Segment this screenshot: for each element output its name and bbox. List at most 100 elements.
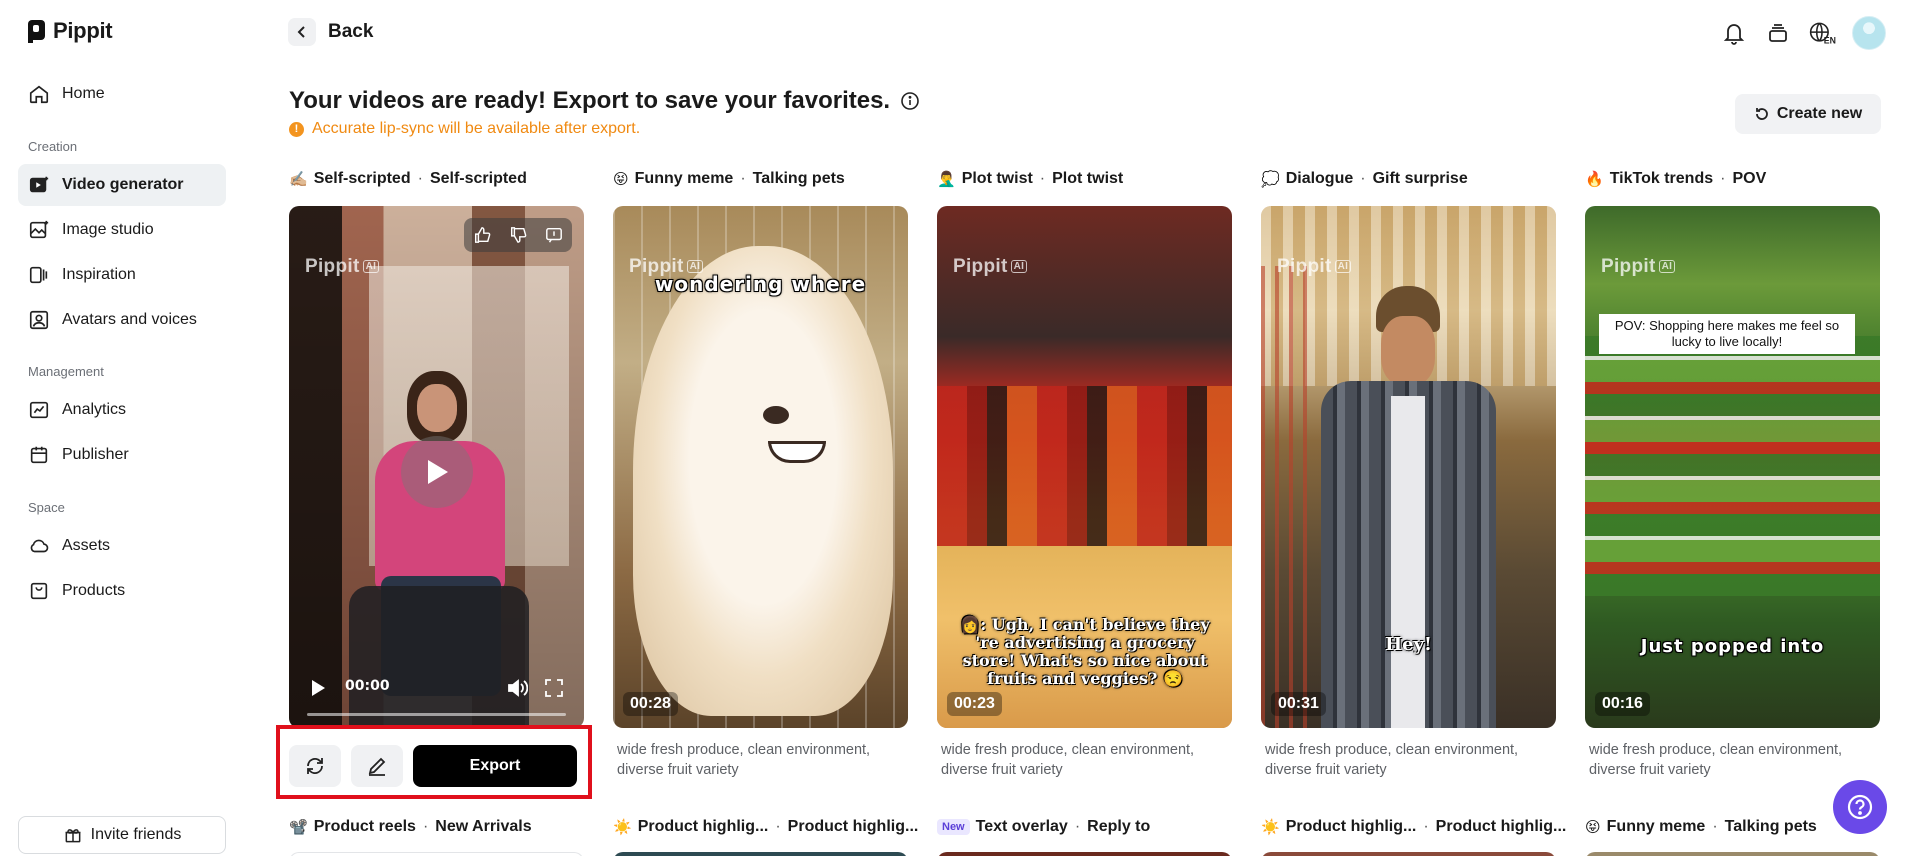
sidebar-item-publisher[interactable]: Publisher xyxy=(18,434,226,476)
top-icons: EN xyxy=(1720,16,1886,50)
card-subcategory: Talking pets xyxy=(752,170,845,187)
card-emoji: 😝 xyxy=(613,171,629,188)
video-card-2: 😝 Funny meme · Talking pets Pippit AI wonde… xyxy=(613,168,908,778)
create-new-button[interactable]: Create new xyxy=(1735,94,1881,134)
cloud-icon xyxy=(30,539,49,553)
card-subcategory: POV xyxy=(1732,170,1767,187)
chevron-left-icon xyxy=(288,18,316,46)
help-button[interactable] xyxy=(1833,780,1887,834)
card-category: Funny meme xyxy=(634,170,734,187)
sidebar-item-inspiration[interactable]: Inspiration xyxy=(18,254,226,296)
card-description: wide fresh produce, clean environment, d… xyxy=(1265,742,1519,778)
sidebar-item-home[interactable]: Home xyxy=(18,73,226,115)
report-icon[interactable] xyxy=(536,218,572,252)
card-category: TikTok trends xyxy=(1609,170,1714,187)
back-label: Back xyxy=(328,21,374,42)
avatar-icon xyxy=(29,310,49,330)
page-title: Your videos are ready! Export to save yo… xyxy=(289,87,920,115)
card-emoji: ✍🏼 xyxy=(289,171,308,188)
video-overlay-text: 👩: Ugh, I can't believe they 're adverti… xyxy=(960,615,1210,688)
sidebar-item-label: Inspiration xyxy=(62,266,136,283)
video-card-row2-1: 📽️ Product reels · New Arrivals xyxy=(289,816,584,856)
inspiration-icon xyxy=(29,266,48,284)
app-name: Pippit xyxy=(53,18,113,43)
gift-icon xyxy=(65,829,81,843)
card-subcategory: Product highlig... xyxy=(1435,818,1567,835)
video-card-row2-4: ☀️ Product highlig... · Product highlig... xyxy=(1261,816,1566,856)
card-description: wide fresh produce, clean environment, d… xyxy=(941,742,1195,778)
card-emoji: ☀️ xyxy=(1261,819,1280,836)
video-generator-icon xyxy=(29,176,49,193)
video-thumbnail[interactable] xyxy=(1585,852,1880,856)
card-category: Plot twist xyxy=(961,170,1033,187)
duration-badge: 00:23 xyxy=(947,692,1002,716)
card-category: Dialogue xyxy=(1285,170,1354,187)
card-title: New Text overlay · Reply to xyxy=(937,816,1232,838)
card-title: ☀️ Product highlig... · Product highlig... xyxy=(613,818,919,836)
current-time: 00:00 xyxy=(345,678,390,694)
volume-icon[interactable] xyxy=(506,678,528,698)
sidebar-item-label: Home xyxy=(62,85,105,102)
lip-sync-notice: ! Accurate lip-sync will be available af… xyxy=(289,120,640,138)
pippit-logo-icon xyxy=(28,20,45,43)
sidebar-item-avatars-and-voices[interactable]: Avatars and voices xyxy=(18,299,226,341)
back-button[interactable]: Back xyxy=(288,18,373,46)
sidebar-item-image-studio[interactable]: Image studio xyxy=(18,209,226,251)
video-thumbnail[interactable]: Pippit AI Hey! 00:31 xyxy=(1261,206,1556,728)
play-icon[interactable] xyxy=(309,678,327,698)
fullscreen-icon[interactable] xyxy=(544,678,564,698)
sidebar-item-label: Publisher xyxy=(62,446,129,463)
card-category: Self-scripted xyxy=(313,170,411,187)
play-icon xyxy=(428,460,448,484)
card-emoji: 📽️ xyxy=(289,819,308,836)
duration-badge: 00:28 xyxy=(623,692,678,716)
video-thumbnail[interactable]: Pippit AI POV: Shopping here makes me fee… xyxy=(1585,206,1880,728)
info-icon[interactable] xyxy=(900,91,920,111)
watermark: Pippit AI xyxy=(1601,256,1676,278)
create-new-label: Create new xyxy=(1776,105,1863,122)
video-thumbnail[interactable] xyxy=(289,852,584,856)
section-title-management: Management xyxy=(28,364,104,379)
sidebar-item-label: Products xyxy=(62,582,126,599)
analytics-icon xyxy=(29,401,49,419)
card-title: 📽️ Product reels · New Arrivals xyxy=(289,818,532,836)
thumbs-up-icon[interactable] xyxy=(464,218,500,252)
invite-friends-button[interactable]: Invite friends xyxy=(18,816,226,854)
bell-icon[interactable] xyxy=(1720,19,1748,47)
section-title-creation: Creation xyxy=(28,139,78,154)
card-subcategory: Reply to xyxy=(1087,818,1151,835)
video-overlay-text: wondering where xyxy=(654,272,867,296)
video-thumbnail[interactable]: Pippit AI 👩: Ugh, I can't believe they 'r… xyxy=(937,206,1232,728)
sidebar-item-assets[interactable]: Assets xyxy=(18,525,226,567)
thumbs-down-icon[interactable] xyxy=(500,218,536,252)
user-avatar[interactable] xyxy=(1852,16,1886,50)
card-category: Product highlig... xyxy=(637,818,769,835)
progress-bar[interactable] xyxy=(307,713,566,716)
video-card-row2-2: ☀️ Product highlig... · Product highlig... xyxy=(613,816,919,856)
language-icon[interactable]: EN xyxy=(1808,19,1836,47)
play-overlay-button[interactable] xyxy=(401,436,473,508)
video-thumbnail[interactable] xyxy=(1261,852,1556,856)
card-subcategory: Product highlig... xyxy=(787,818,919,835)
section-title-space: Space xyxy=(28,500,65,515)
card-subcategory: Talking pets xyxy=(1724,818,1817,835)
new-badge: New xyxy=(937,819,970,835)
video-thumbnail[interactable]: Pippit AI wondering where 00:28 xyxy=(613,206,908,728)
video-player[interactable]: Pippit AI 00:00 xyxy=(289,206,584,728)
video-thumbnail[interactable] xyxy=(937,852,1232,856)
card-emoji: 😝 xyxy=(1585,819,1601,836)
home-icon xyxy=(29,85,49,104)
layers-icon[interactable] xyxy=(1764,19,1792,47)
card-title: 🔥 TikTok trends · POV xyxy=(1585,170,1767,188)
sidebar-item-analytics[interactable]: Analytics xyxy=(18,389,226,431)
sidebar-item-products[interactable]: Products xyxy=(18,570,226,612)
products-icon xyxy=(30,582,48,600)
card-category: Product highlig... xyxy=(1285,818,1417,835)
app-logo[interactable]: Pippit xyxy=(27,18,113,44)
video-thumbnail[interactable] xyxy=(613,852,908,856)
sidebar-item-label: Video generator xyxy=(62,176,184,193)
card-title: 😝 Funny meme · Talking pets xyxy=(613,170,845,188)
sidebar-item-video-generator[interactable]: Video generator xyxy=(18,164,226,206)
card-subcategory: Self-scripted xyxy=(429,170,527,187)
watermark: Pippit AI xyxy=(1277,256,1352,278)
